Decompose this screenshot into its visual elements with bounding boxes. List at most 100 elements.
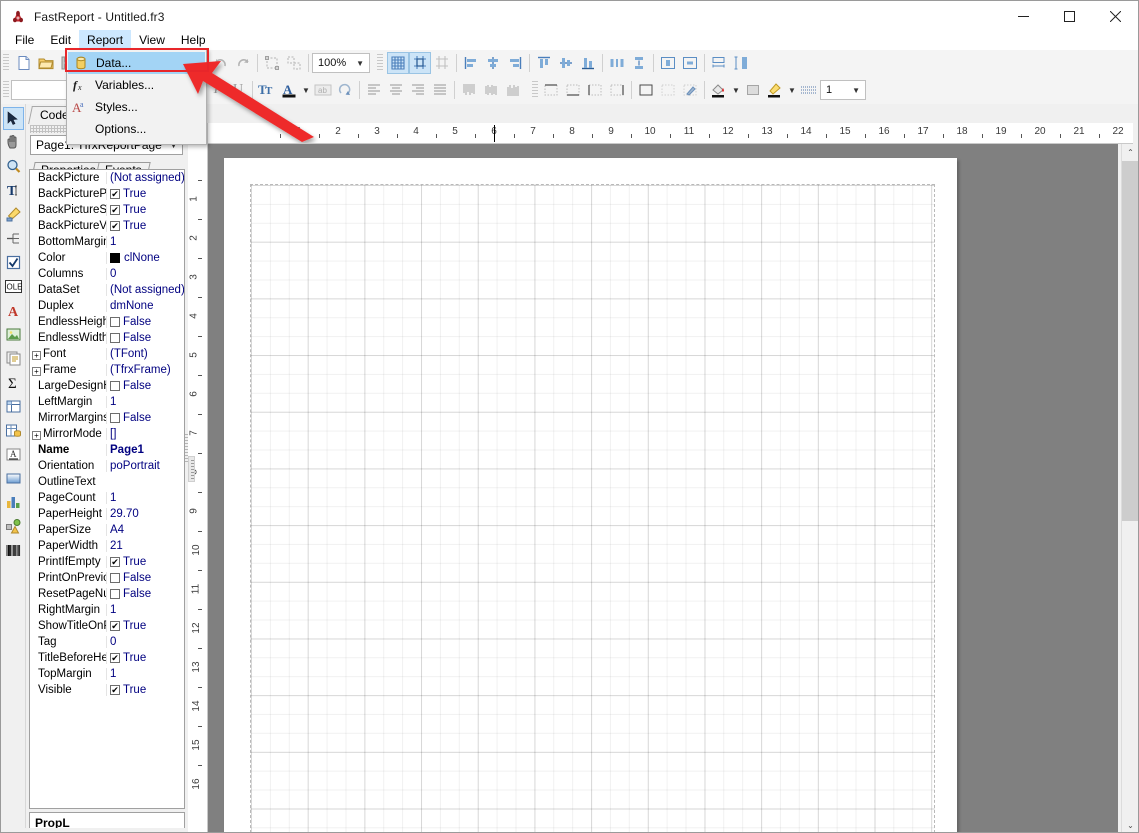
property-row[interactable]: DataSet (Not assigned) xyxy=(30,282,184,298)
menu-item-variables[interactable]: fx Variables... xyxy=(67,74,206,96)
property-row[interactable]: LargeDesignH False xyxy=(30,378,184,394)
report-menu-dropdown[interactable]: Data... fx Variables... Aa Styles... Opt… xyxy=(66,49,207,145)
property-value[interactable]: 21 xyxy=(106,540,184,552)
expand-icon[interactable]: + xyxy=(32,431,41,440)
autosize-button[interactable]: ab xyxy=(312,79,334,101)
space-horizontally-button[interactable] xyxy=(606,52,628,74)
property-value[interactable]: (TFont) xyxy=(106,348,184,360)
property-value[interactable]: (Not assigned) xyxy=(106,284,184,296)
property-row[interactable]: Name Page1 xyxy=(30,442,184,458)
property-row[interactable]: + MirrorMode [] xyxy=(30,426,184,442)
property-row[interactable]: PaperHeight 29.70 xyxy=(30,506,184,522)
property-value[interactable]: ✔ True xyxy=(106,220,184,232)
property-row[interactable]: TopMargin 1 xyxy=(30,666,184,682)
property-value[interactable]: 0 xyxy=(106,636,184,648)
checkbox-object-tool[interactable] xyxy=(3,251,24,274)
property-value[interactable]: dmNone xyxy=(106,300,184,312)
text-top-button[interactable] xyxy=(458,79,480,101)
text-align-center-button[interactable] xyxy=(385,79,407,101)
center-horizontally-button[interactable] xyxy=(657,52,679,74)
property-row[interactable]: Visible ✔ True xyxy=(30,682,184,698)
checkbox-icon[interactable] xyxy=(110,573,120,583)
property-row[interactable]: PaperWidth 21 xyxy=(30,538,184,554)
menu-edit[interactable]: Edit xyxy=(42,30,79,50)
toolbar-grip[interactable] xyxy=(3,81,9,99)
center-vertically-button[interactable] xyxy=(679,52,701,74)
scroll-down-button[interactable]: ⌄ xyxy=(1122,817,1138,832)
zoom-tool[interactable] xyxy=(3,155,24,178)
property-value[interactable]: False xyxy=(106,588,184,600)
new-document-button[interactable] xyxy=(13,52,35,74)
zoom-combo[interactable]: 100% ▼ xyxy=(312,53,370,73)
text-align-right-button[interactable] xyxy=(407,79,429,101)
italic-button[interactable]: I xyxy=(205,79,227,101)
frame-edit-button[interactable] xyxy=(679,79,701,101)
property-row[interactable]: BackPicture (Not assigned) xyxy=(30,170,184,186)
property-value[interactable]: 0 xyxy=(106,268,184,280)
property-value[interactable]: poPortrait xyxy=(106,460,184,472)
property-row[interactable]: MirrorMargins False xyxy=(30,410,184,426)
property-row[interactable]: Orientation poPortrait xyxy=(30,458,184,474)
property-value[interactable]: clNone xyxy=(106,252,184,264)
checkbox-icon[interactable]: ✔ xyxy=(110,685,120,695)
line-width-combo[interactable]: 1 ▼ xyxy=(820,80,866,100)
line-style-tool[interactable]: A xyxy=(3,443,24,466)
frame-all-button[interactable] xyxy=(635,79,657,101)
rotate-text-button[interactable] xyxy=(334,79,356,101)
font-color-dropdown[interactable]: ▼ xyxy=(300,79,312,101)
shape-object-tool[interactable] xyxy=(3,515,24,538)
table-object-tool[interactable] xyxy=(3,419,24,442)
checkbox-icon[interactable]: ✔ xyxy=(110,205,120,215)
checkbox-icon[interactable] xyxy=(110,589,120,599)
toolbar-grip[interactable] xyxy=(377,54,383,72)
property-row[interactable]: + Font (TFont) xyxy=(30,346,184,362)
align-vcenter-button[interactable] xyxy=(555,52,577,74)
scroll-up-button[interactable]: ⌃ xyxy=(1122,144,1138,161)
scrollbar-thumb[interactable] xyxy=(1122,161,1138,521)
minimize-button[interactable] xyxy=(1000,1,1046,32)
frame-none-button[interactable] xyxy=(657,79,679,101)
checkbox-icon[interactable]: ✔ xyxy=(110,189,120,199)
redo-button[interactable] xyxy=(232,52,254,74)
maximize-button[interactable] xyxy=(1046,1,1092,32)
menu-view[interactable]: View xyxy=(131,30,173,50)
align-top-button[interactable] xyxy=(533,52,555,74)
menu-item-styles[interactable]: Aa Styles... xyxy=(67,96,206,118)
frame-right-button[interactable] xyxy=(606,79,628,101)
align-bottom-button[interactable] xyxy=(577,52,599,74)
highlight-color-dropdown[interactable]: ▼ xyxy=(786,79,798,101)
property-value[interactable]: ✔ True xyxy=(106,620,184,632)
property-row[interactable]: TitleBeforeHe ✔ True xyxy=(30,650,184,666)
property-value[interactable]: ✔ True xyxy=(106,652,184,664)
property-value[interactable]: ✔ True xyxy=(106,204,184,216)
property-value[interactable]: 1 xyxy=(106,604,184,616)
close-button[interactable] xyxy=(1092,1,1138,32)
underline-button[interactable]: U xyxy=(227,79,249,101)
property-row[interactable]: PrintOnPrevio False xyxy=(30,570,184,586)
property-row[interactable]: BackPictureSt ✔ True xyxy=(30,202,184,218)
checkbox-icon[interactable]: ✔ xyxy=(110,221,120,231)
property-value[interactable]: Page1 xyxy=(106,444,184,456)
line-object-tool[interactable] xyxy=(3,227,24,250)
property-value[interactable]: 1 xyxy=(106,396,184,408)
property-row[interactable]: ShowTitleOnP ✔ True xyxy=(30,618,184,634)
same-height-button[interactable] xyxy=(730,52,752,74)
property-value[interactable]: False xyxy=(106,332,184,344)
menu-file[interactable]: File xyxy=(7,30,42,50)
report-design-canvas[interactable] xyxy=(208,144,1118,832)
property-value[interactable]: 1 xyxy=(106,236,184,248)
property-value[interactable]: 1 xyxy=(106,668,184,680)
menu-item-options[interactable]: Options... xyxy=(67,118,206,140)
text-align-justify-button[interactable] xyxy=(429,79,451,101)
vertical-ruler-grip[interactable] xyxy=(188,456,195,482)
color-swatch-button[interactable] xyxy=(742,79,764,101)
report-page-margin-area[interactable] xyxy=(250,184,935,832)
ole-object-tool[interactable]: OLE xyxy=(3,275,24,298)
property-row[interactable]: RightMargin 1 xyxy=(30,602,184,618)
highlight-color-button[interactable] xyxy=(764,79,786,101)
property-value[interactable]: A4 xyxy=(106,524,184,536)
gradient-object-tool[interactable] xyxy=(3,467,24,490)
property-value[interactable]: ✔ True xyxy=(106,188,184,200)
checkbox-icon[interactable] xyxy=(110,413,120,423)
subreport-object-tool[interactable] xyxy=(3,347,24,370)
